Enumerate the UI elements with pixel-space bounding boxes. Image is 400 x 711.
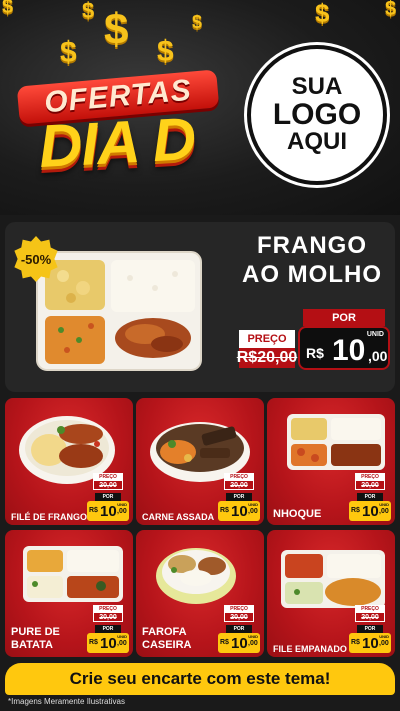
price-label: PREÇO <box>93 473 123 481</box>
por-label: POR <box>226 493 252 501</box>
price-integer: 10 <box>231 635 248 652</box>
por-label: POR <box>95 493 121 501</box>
price-tag: PREÇO 20,00 POR R$ 10 ,00 UNID <box>87 473 129 521</box>
new-price: R$ 10 ,00 UNID <box>349 633 391 653</box>
price-unit: UNID <box>117 502 127 507</box>
price-label: PREÇO <box>355 605 385 613</box>
product-name-line1: PURE DE <box>11 626 60 638</box>
product-name: PURE DE BATATA <box>11 626 60 651</box>
price-label: PREÇO <box>239 330 295 348</box>
price-currency: R$ <box>220 507 229 514</box>
old-price: 20,00 <box>355 613 385 622</box>
price-currency: R$ <box>351 639 360 646</box>
price-tag: PREÇO 20,00 POR R$ 10 ,00 UNID <box>87 605 129 653</box>
price-currency: R$ <box>89 507 98 514</box>
price-currency: R$ <box>89 639 98 646</box>
header-banner: $ $ $ $ $ $ $ $ OFERTAS DIA D SUA LOGO A… <box>0 0 400 215</box>
price-unit: UNID <box>366 331 384 338</box>
food-tray-image <box>36 251 202 371</box>
product-card-nhoque[interactable]: NHOQUE PREÇO 20,00 POR R$ 10 ,00 UNID <box>267 398 395 525</box>
logo-text-line3: AQUI <box>287 128 347 156</box>
price-decimal: ,00 <box>117 640 127 647</box>
product-card-farofa-caseira[interactable]: FAROFA CASEIRA PREÇO 20,00 POR R$ 10 ,00… <box>136 530 264 657</box>
price-decimal: ,00 <box>248 508 258 515</box>
price-unit: UNID <box>117 634 127 639</box>
old-price: 20,00 <box>224 613 254 622</box>
new-price: R$ 10 ,00 UNID <box>87 633 129 653</box>
new-price: R$ 10 ,00 UNID <box>298 326 390 370</box>
dia-d-title: DIA D <box>37 104 197 181</box>
product-name-line1: FAROFA <box>142 626 187 638</box>
logo-text-line1: SUA <box>291 73 343 101</box>
por-label: POR <box>357 493 383 501</box>
dollar-coin-icon: $ <box>192 12 203 32</box>
product-name-line2: BATATA <box>11 638 53 651</box>
product-name-line2: CASEIRA <box>142 638 192 651</box>
price-integer: 10 <box>231 503 248 520</box>
por-label: POR <box>95 625 121 633</box>
product-card-carne-assada[interactable]: CARNE ASSADA PREÇO 20,00 POR R$ 10 ,00 U… <box>136 398 264 525</box>
por-label: POR <box>226 625 252 633</box>
new-price: R$ 10 ,00 UNID <box>218 633 260 653</box>
price-label: PREÇO <box>224 473 254 481</box>
por-label: POR <box>303 309 385 326</box>
old-price: R$20,00 <box>236 348 298 368</box>
price-integer: 10 <box>100 503 117 520</box>
logo-text-line2: LOGO <box>272 97 362 131</box>
price-decimal: ,00 <box>117 508 127 515</box>
price-currency: R$ <box>306 345 324 361</box>
featured-name-line1: FRANGO <box>257 232 367 259</box>
new-price: R$ 10 ,00 UNID <box>87 501 129 521</box>
new-price: R$ 10 ,00 UNID <box>218 501 260 521</box>
old-price: 20,00 <box>93 613 123 622</box>
price-integer: 10 <box>362 503 379 520</box>
product-name: CARNE ASSADA <box>142 512 215 522</box>
featured-offer-card[interactable]: -50% FRANGO AO MOLHO PREÇO R$20,00 POR R… <box>5 222 395 392</box>
product-name: FILÉ DE FRANGO <box>11 512 87 522</box>
dollar-coin-icon: $ <box>385 0 397 20</box>
dollar-coin-icon: $ <box>104 5 129 54</box>
price-unit: UNID <box>248 634 258 639</box>
dollar-coin-icon: $ <box>60 36 77 69</box>
price-tag: PREÇO 20,00 POR R$ 10 ,00 UNID <box>218 473 260 521</box>
product-name: NHOQUE <box>273 508 322 520</box>
old-price: 20,00 <box>355 481 385 490</box>
price-integer: 10 <box>332 334 366 367</box>
price-label: PREÇO <box>224 605 254 613</box>
price-label: PREÇO <box>93 605 123 613</box>
price-decimal: ,00 <box>379 508 389 515</box>
product-card-file-de-frango[interactable]: FILÉ DE FRANGO PREÇO 20,00 POR R$ 10 ,00… <box>5 398 133 525</box>
dollar-coin-icon: $ <box>2 0 14 18</box>
create-flyer-button[interactable]: Crie seu encarte com este tema! <box>5 663 395 695</box>
product-card-file-empanado[interactable]: FILE EMPANADO PREÇO 20,00 POR R$ 10 ,00 … <box>267 530 395 657</box>
dollar-coin-icon: $ <box>82 0 95 23</box>
new-price: R$ 10 ,00 UNID <box>349 501 391 521</box>
featured-name-line2: AO MOLHO <box>242 260 382 288</box>
product-card-pure-de-batata[interactable]: PURE DE BATATA PREÇO 20,00 POR R$ 10 ,00… <box>5 530 133 657</box>
logo-placeholder[interactable]: SUA LOGO AQUI <box>247 45 387 185</box>
price-decimal: ,00 <box>368 348 388 364</box>
product-name: FAROFA CASEIRA <box>142 626 192 651</box>
price-unit: UNID <box>248 502 258 507</box>
price-currency: R$ <box>220 639 229 646</box>
featured-product-name: FRANGO AO MOLHO <box>237 232 387 290</box>
price-unit: UNID <box>379 634 389 639</box>
price-unit: UNID <box>379 502 389 507</box>
price-tag: PREÇO 20,00 POR R$ 10 ,00 UNID <box>349 473 391 521</box>
price-tag: PREÇO 20,00 POR R$ 10 ,00 UNID <box>218 605 260 653</box>
price-integer: 10 <box>362 635 379 652</box>
price-decimal: ,00 <box>379 640 389 647</box>
price-currency: R$ <box>351 507 360 514</box>
product-name: FILE EMPANADO <box>273 644 347 654</box>
old-price: 20,00 <box>93 481 123 490</box>
price-tag: PREÇO 20,00 POR R$ 10 ,00 UNID <box>349 605 391 653</box>
price-label: PREÇO <box>355 473 385 481</box>
old-price: 20,00 <box>224 481 254 490</box>
price-decimal: ,00 <box>248 640 258 647</box>
dollar-coin-icon: $ <box>315 0 330 28</box>
disclaimer-text: *Imagens Meramente Ilustrativas <box>8 697 125 706</box>
por-label: POR <box>357 625 383 633</box>
price-integer: 10 <box>100 635 117 652</box>
dollar-coin-icon: $ <box>157 35 174 68</box>
